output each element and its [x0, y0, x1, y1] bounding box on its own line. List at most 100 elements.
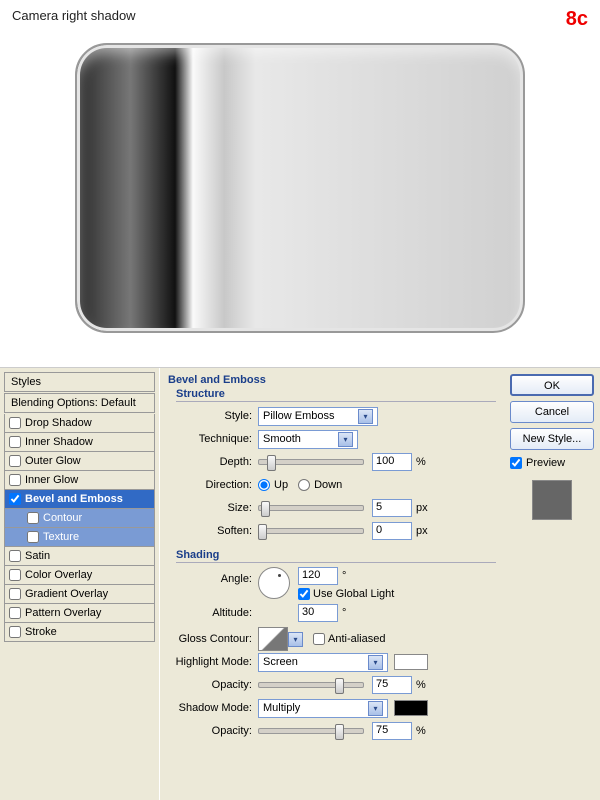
global-light-checkbox[interactable]: Use Global Light — [298, 588, 394, 600]
style-checkbox[interactable] — [9, 417, 21, 429]
style-item-label: Inner Shadow — [25, 436, 93, 448]
style-checkbox[interactable] — [9, 493, 21, 505]
cancel-button[interactable]: Cancel — [510, 401, 594, 423]
layer-preview-image — [75, 43, 525, 333]
shading-heading: Shading — [176, 549, 496, 563]
style-checkbox[interactable] — [9, 436, 21, 448]
shadow-opacity-input[interactable]: 75 — [372, 722, 412, 740]
style-label: Style: — [168, 410, 258, 422]
style-item-gradient-overlay[interactable]: Gradient Overlay — [4, 585, 155, 604]
depth-unit: % — [416, 456, 426, 468]
style-checkbox[interactable] — [27, 531, 39, 543]
angle-dial[interactable] — [258, 567, 290, 599]
blending-options-item[interactable]: Blending Options: Default — [4, 393, 155, 413]
styles-list-panel: Styles Blending Options: Default Drop Sh… — [0, 368, 160, 800]
style-item-label: Pattern Overlay — [25, 607, 101, 619]
preview-checkbox[interactable]: Preview — [510, 457, 594, 469]
style-checkbox[interactable] — [9, 607, 21, 619]
style-checkbox[interactable] — [27, 512, 39, 524]
style-item-texture[interactable]: Texture — [4, 528, 155, 547]
size-input[interactable]: 5 — [372, 499, 412, 517]
angle-unit: ° — [342, 570, 346, 582]
style-checkbox[interactable] — [9, 550, 21, 562]
shadow-color-swatch[interactable] — [394, 700, 428, 716]
style-item-label: Stroke — [25, 626, 57, 638]
direction-label: Direction: — [168, 479, 258, 491]
style-checkbox[interactable] — [9, 626, 21, 638]
shadow-mode-dropdown[interactable]: Multiply ▾ — [258, 699, 388, 718]
shadow-opacity-slider[interactable] — [258, 728, 364, 734]
step-badge: 8c — [566, 8, 588, 31]
altitude-label: Altitude: — [168, 607, 258, 619]
preview-swatch — [532, 480, 572, 520]
highlight-opacity-slider[interactable] — [258, 682, 364, 688]
style-item-label: Satin — [25, 550, 50, 562]
highlight-color-swatch[interactable] — [394, 654, 428, 670]
altitude-unit: ° — [342, 607, 346, 619]
gloss-contour-picker[interactable] — [258, 627, 288, 651]
style-dropdown[interactable]: Pillow Emboss ▾ — [258, 407, 378, 426]
style-item-label: Inner Glow — [25, 474, 78, 486]
technique-value: Smooth — [263, 433, 301, 445]
size-slider[interactable] — [258, 505, 364, 511]
style-item-outer-glow[interactable]: Outer Glow — [4, 452, 155, 471]
technique-label: Technique: — [168, 433, 258, 445]
chevron-down-icon: ▾ — [358, 409, 373, 424]
altitude-input[interactable]: 30 — [298, 604, 338, 622]
soften-slider[interactable] — [258, 528, 364, 534]
style-item-inner-glow[interactable]: Inner Glow — [4, 471, 155, 490]
style-item-label: Color Overlay — [25, 569, 92, 581]
structure-heading: Structure — [176, 388, 496, 402]
direction-up-radio[interactable]: Up — [258, 479, 288, 491]
shadow-mode-label: Shadow Mode: — [168, 702, 258, 714]
soften-label: Soften: — [168, 525, 258, 537]
depth-label: Depth: — [168, 456, 258, 468]
style-value: Pillow Emboss — [263, 410, 335, 422]
style-item-label: Outer Glow — [25, 455, 81, 467]
style-item-bevel-and-emboss[interactable]: Bevel and Emboss — [4, 490, 155, 509]
panel-title: Bevel and Emboss — [168, 374, 496, 386]
style-item-label: Texture — [43, 531, 79, 543]
style-item-label: Gradient Overlay — [25, 588, 108, 600]
gloss-contour-label: Gloss Contour: — [168, 633, 258, 645]
style-checkbox[interactable] — [9, 455, 21, 467]
styles-header[interactable]: Styles — [4, 372, 155, 392]
style-item-stroke[interactable]: Stroke — [4, 623, 155, 642]
style-item-inner-shadow[interactable]: Inner Shadow — [4, 433, 155, 452]
antialiased-checkbox[interactable]: Anti-aliased — [313, 633, 385, 645]
highlight-mode-dropdown[interactable]: Screen ▾ — [258, 653, 388, 672]
chevron-down-icon[interactable]: ▾ — [288, 632, 303, 647]
style-checkbox[interactable] — [9, 588, 21, 600]
style-item-contour[interactable]: Contour — [4, 509, 155, 528]
depth-slider[interactable] — [258, 459, 364, 465]
chevron-down-icon: ▾ — [368, 655, 383, 670]
ok-button[interactable]: OK — [510, 374, 594, 396]
highlight-opacity-label: Opacity: — [168, 679, 258, 691]
style-checkbox[interactable] — [9, 474, 21, 486]
style-checkbox[interactable] — [9, 569, 21, 581]
highlight-mode-label: Highlight Mode: — [168, 656, 258, 668]
direction-down-radio[interactable]: Down — [298, 479, 342, 491]
highlight-opacity-input[interactable]: 75 — [372, 676, 412, 694]
bevel-emboss-panel: Bevel and Emboss Structure Style: Pillow… — [160, 368, 504, 800]
new-style-button[interactable]: New Style... — [510, 428, 594, 450]
depth-input[interactable]: 100 — [372, 453, 412, 471]
size-label: Size: — [168, 502, 258, 514]
chevron-down-icon: ▾ — [338, 432, 353, 447]
style-item-pattern-overlay[interactable]: Pattern Overlay — [4, 604, 155, 623]
style-item-label: Contour — [43, 512, 82, 524]
layer-style-dialog: Styles Blending Options: Default Drop Sh… — [0, 368, 600, 800]
chevron-down-icon: ▾ — [368, 701, 383, 716]
shadow-opacity-label: Opacity: — [168, 725, 258, 737]
angle-input[interactable]: 120 — [298, 567, 338, 585]
page-title: Camera right shadow — [12, 8, 136, 23]
style-item-label: Drop Shadow — [25, 417, 92, 429]
style-item-label: Bevel and Emboss — [25, 493, 123, 505]
size-unit: px — [416, 502, 428, 514]
style-item-satin[interactable]: Satin — [4, 547, 155, 566]
soften-input[interactable]: 0 — [372, 522, 412, 540]
style-item-drop-shadow[interactable]: Drop Shadow — [4, 414, 155, 433]
technique-dropdown[interactable]: Smooth ▾ — [258, 430, 358, 449]
preview-panel: Camera right shadow 8c — [0, 0, 600, 368]
style-item-color-overlay[interactable]: Color Overlay — [4, 566, 155, 585]
